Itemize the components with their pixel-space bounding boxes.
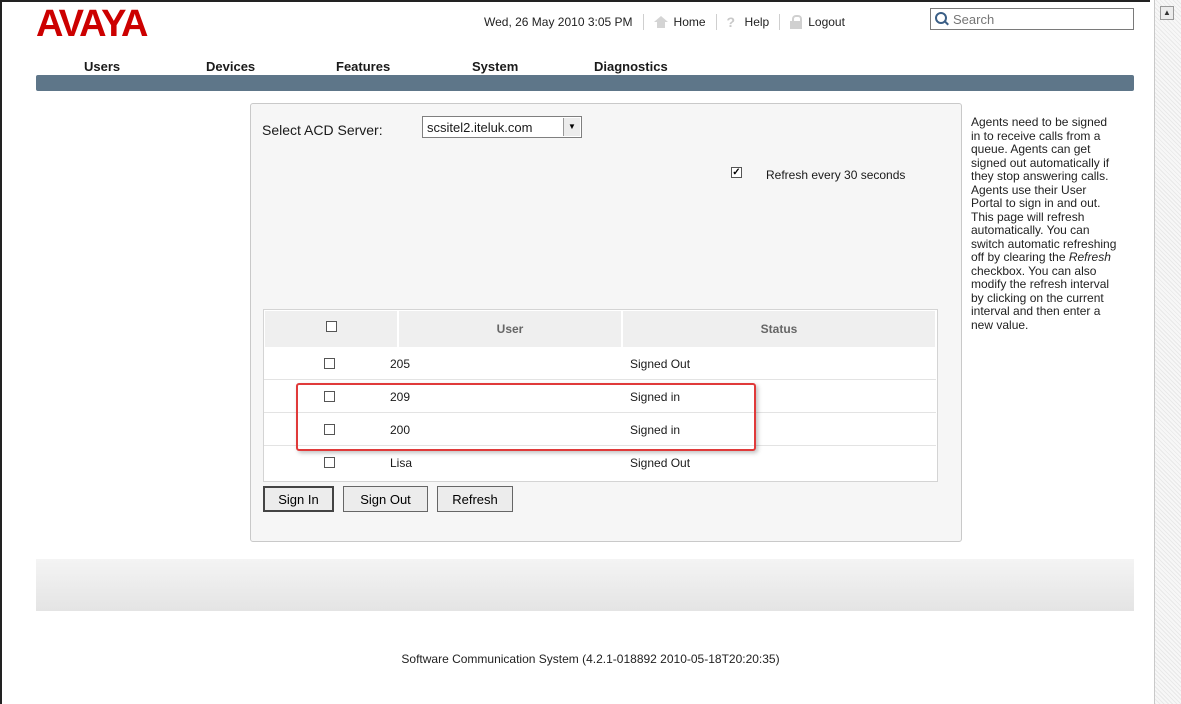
sign-out-button[interactable]: Sign Out [343,486,428,512]
help-text-emphasis: Refresh [1068,250,1111,264]
nav-users[interactable]: Users [84,59,120,74]
divider [642,14,644,30]
help-icon: ? [726,14,736,30]
search-box-edge [1133,8,1134,30]
avaya-logo: AVAYA [36,3,148,45]
user-cell: Lisa [390,456,413,470]
acd-server-value: scsitel2.iteluk.com [427,119,533,135]
search-input[interactable] [953,11,1123,27]
row-checkbox[interactable] [324,457,335,468]
logout-label: Logout [808,15,845,29]
acd-server-select[interactable]: scsitel2.iteluk.com ▼ [422,116,582,138]
refresh-checkbox[interactable]: ✓ [731,167,742,178]
search-icon [935,12,949,26]
version-footer: Software Communication System (4.2.1-018… [401,652,780,666]
refresh-button[interactable]: Refresh [437,486,513,512]
nav-system[interactable]: System [472,59,518,74]
status-cell: Signed Out [630,456,691,470]
window-border-top [0,0,1150,2]
datetime-display: Wed, 26 May 2010 3:05 PM [484,15,633,29]
select-all-cell [265,311,397,347]
help-text: Agents need to be signed in to receive c… [971,115,1119,332]
divider [715,14,717,30]
chevron-down-icon[interactable]: ▼ [563,118,580,136]
status-cell: Signed Out [630,357,691,371]
help-link[interactable]: ? Help [727,15,770,29]
vertical-scrollbar[interactable] [1154,0,1181,704]
home-icon [653,16,668,28]
table-row[interactable]: 205 Signed Out [264,348,936,380]
top-utility-bar: Wed, 26 May 2010 3:05 PM Home ? Help Log… [484,14,845,30]
column-header-status[interactable]: Status [623,311,935,347]
divider [779,14,781,30]
help-label: Help [744,15,770,29]
help-text-part2: checkbox. You can also modify the refres… [971,263,1110,332]
help-text-part1: Agents need to be signed in to receive c… [971,115,1117,264]
table-header: User Status [263,311,938,347]
logout-link[interactable]: Logout [790,15,845,29]
user-cell: 205 [390,357,411,371]
column-header-user[interactable]: User [399,311,621,347]
home-link[interactable]: Home [653,15,706,29]
refresh-interval-label[interactable]: Refresh every 30 seconds [766,168,905,182]
table-row[interactable]: Lisa Signed Out [264,447,936,479]
nav-diagnostics[interactable]: Diagnostics [594,59,668,74]
nav-features[interactable]: Features [336,59,390,74]
footer-band [36,559,1134,611]
search-box[interactable] [930,8,1134,30]
row-checkbox[interactable] [324,358,335,369]
annotation-highlight-box [296,383,756,451]
scroll-up-icon[interactable]: ▲ [1160,6,1174,20]
home-label: Home [673,15,706,29]
select-all-checkbox[interactable] [326,321,337,332]
sign-in-button[interactable]: Sign In [263,486,334,512]
window-border-left [0,0,2,704]
lock-icon [790,15,803,29]
nav-strip [36,75,1134,91]
nav-devices[interactable]: Devices [206,59,255,74]
acd-server-label: Select ACD Server: [262,122,383,138]
